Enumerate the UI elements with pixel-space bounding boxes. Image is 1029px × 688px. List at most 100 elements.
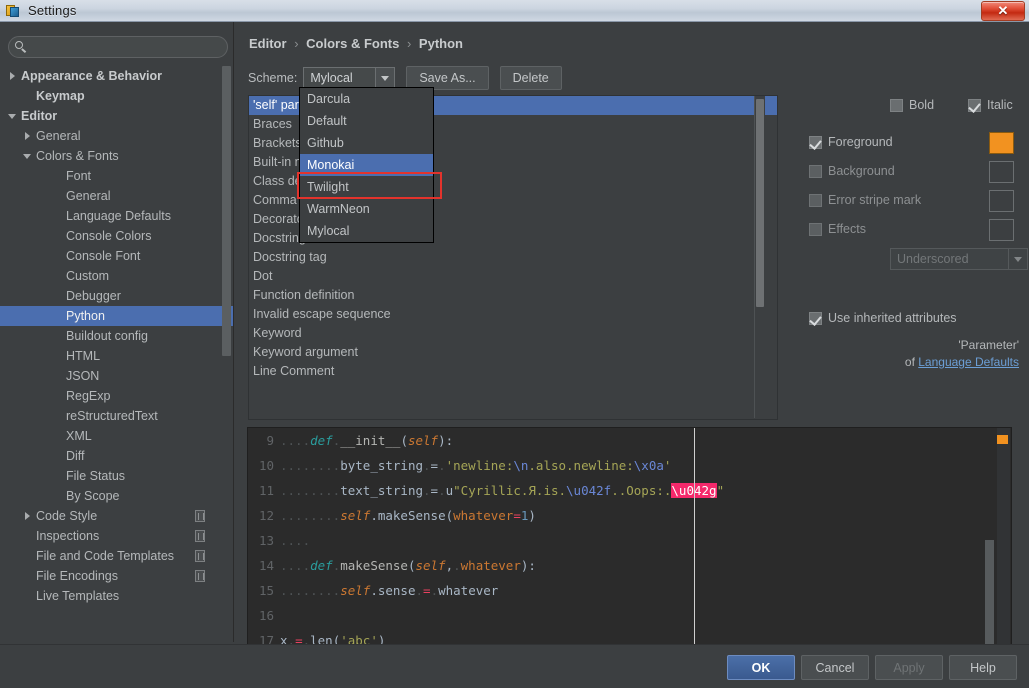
bold-row[interactable]: Bold	[890, 98, 934, 112]
sidebar-item-language-defaults[interactable]: Language Defaults	[0, 206, 233, 226]
sidebar-item-general[interactable]: General	[0, 186, 233, 206]
foreground-checkbox[interactable]	[809, 135, 822, 149]
sidebar-item-json[interactable]: JSON	[0, 366, 233, 386]
sidebar-item-label: reStructuredText	[66, 409, 158, 423]
use-inherited-row[interactable]: Use inherited attributes	[809, 311, 957, 325]
sidebar-item-file-encodings[interactable]: File Encodings	[0, 566, 233, 586]
sidebar-item-restructuredtext[interactable]: reStructuredText	[0, 406, 233, 426]
background-color-swatch[interactable]	[989, 161, 1014, 183]
attribute-list-item[interactable]: Line Comment	[249, 362, 777, 381]
breadcrumb-colors-fonts[interactable]: Colors & Fonts	[306, 36, 399, 51]
chevron-right-icon[interactable]	[8, 71, 19, 82]
use-inherited-attributes-checkbox[interactable]	[809, 311, 822, 325]
code-preview-panel[interactable]: 9 ....def.__init__(self): 10 ........byte_s…	[247, 427, 1012, 655]
sidebar-item-inspections[interactable]: Inspections	[0, 526, 233, 546]
attribute-list-scrollbar-thumb[interactable]	[756, 99, 764, 307]
sidebar-scrollbar-thumb[interactable]	[222, 66, 231, 356]
background-checkbox[interactable]	[809, 164, 822, 178]
code-token: :	[445, 433, 454, 448]
background-row[interactable]: Background	[809, 164, 895, 178]
code-token: .	[370, 583, 378, 598]
chevron-down-icon[interactable]	[8, 111, 19, 122]
sidebar-item-buildout-config[interactable]: Buildout config	[0, 326, 233, 346]
sidebar-item-file-status[interactable]: File Status	[0, 466, 233, 486]
scheme-option[interactable]: Github	[300, 132, 433, 154]
close-icon[interactable]: ✕	[981, 1, 1025, 21]
sidebar-item-python[interactable]: Python	[0, 306, 233, 326]
sidebar-item-code-style[interactable]: Code Style	[0, 506, 233, 526]
sidebar-item-xml[interactable]: XML	[0, 426, 233, 446]
italic-checkbox[interactable]	[968, 98, 981, 112]
error-stripe-marker[interactable]	[997, 435, 1008, 444]
sidebar-item-diff[interactable]: Diff	[0, 446, 233, 466]
copy-icon[interactable]	[195, 530, 205, 542]
search-box[interactable]	[8, 36, 228, 58]
foreground-color-swatch[interactable]	[989, 132, 1014, 154]
sidebar-item-font[interactable]: Font	[0, 166, 233, 186]
copy-icon[interactable]	[195, 550, 205, 562]
sidebar-item-by-scope[interactable]: By Scope	[0, 486, 233, 506]
italic-row[interactable]: Italic	[968, 98, 1013, 112]
chevron-down-icon[interactable]	[23, 151, 34, 162]
attribute-list-item[interactable]: Keyword argument	[249, 343, 777, 362]
sidebar-item-general[interactable]: General	[0, 126, 233, 146]
ok-button[interactable]: OK	[727, 655, 795, 680]
language-defaults-link[interactable]: Language Defaults	[918, 355, 1019, 369]
sidebar-item-regexp[interactable]: RegExp	[0, 386, 233, 406]
scheme-option[interactable]: Mylocal	[300, 220, 433, 242]
error-stripe-color-swatch[interactable]	[989, 190, 1014, 212]
attribute-list-item[interactable]: Keyword	[249, 324, 777, 343]
error-stripe-track[interactable]	[985, 428, 1010, 654]
help-button[interactable]: Help	[949, 655, 1017, 680]
search-input[interactable]	[32, 40, 227, 54]
error-stripe-mark-checkbox[interactable]	[809, 193, 822, 207]
attribute-list-item[interactable]: Invalid escape sequence	[249, 305, 777, 324]
sidebar-item-file-and-code-templates[interactable]: File and Code Templates	[0, 546, 233, 566]
sidebar-item-keymap[interactable]: Keymap	[0, 86, 233, 106]
chevron-down-icon[interactable]	[1008, 249, 1027, 269]
scheme-option[interactable]: Monokai	[300, 154, 433, 176]
dialog-button-bar: OK Cancel Apply Help	[0, 644, 1029, 688]
chevron-right-icon[interactable]	[23, 511, 34, 522]
sidebar-item-console-colors[interactable]: Console Colors	[0, 226, 233, 246]
attribute-list-item[interactable]: Function definition	[249, 286, 777, 305]
effects-color-swatch[interactable]	[989, 219, 1014, 241]
sidebar-item-live-templates[interactable]: Live Templates	[0, 586, 233, 606]
effect-type-select[interactable]: Underscored	[890, 248, 1028, 270]
copy-icon[interactable]	[195, 510, 205, 522]
apply-button[interactable]: Apply	[875, 655, 943, 680]
sidebar-item-custom[interactable]: Custom	[0, 266, 233, 286]
settings-tree[interactable]: Appearance & Behavior Keymap Editor General…	[0, 66, 233, 642]
effects-checkbox[interactable]	[809, 222, 822, 236]
code-preview-scrollbar-thumb[interactable]	[985, 540, 994, 648]
sidebar-item-debugger[interactable]: Debugger	[0, 286, 233, 306]
sidebar-item-console-font[interactable]: Console Font	[0, 246, 233, 266]
code-preview-text[interactable]: 9 ....def.__init__(self): 10 ........byte_s…	[248, 428, 1011, 654]
sidebar-item-html[interactable]: HTML	[0, 346, 233, 366]
error-stripe-row[interactable]: Error stripe mark	[809, 193, 921, 207]
sidebar-item-appearance-behavior[interactable]: Appearance & Behavior	[0, 66, 233, 86]
foreground-row[interactable]: Foreground	[809, 135, 893, 149]
scheme-option[interactable]: WarmNeon	[300, 198, 433, 220]
effects-row[interactable]: Effects	[809, 222, 866, 236]
settings-app-icon	[5, 3, 21, 19]
bold-checkbox[interactable]	[890, 98, 903, 112]
scheme-option[interactable]: Default	[300, 110, 433, 132]
attribute-list-item[interactable]: Dot	[249, 267, 777, 286]
copy-icon[interactable]	[195, 570, 205, 582]
code-token: =	[430, 458, 439, 473]
attribute-list-item[interactable]: Docstring tag	[249, 248, 777, 267]
sidebar-item-colors-fonts[interactable]: Colors & Fonts	[0, 146, 233, 166]
cancel-button[interactable]: Cancel	[801, 655, 869, 680]
scheme-option[interactable]: Twilight	[300, 176, 433, 198]
sidebar-item-editor[interactable]: Editor	[0, 106, 233, 126]
breadcrumb-editor[interactable]: Editor	[249, 36, 287, 51]
chevron-right-icon[interactable]	[23, 131, 34, 142]
chevron-down-icon[interactable]	[375, 67, 395, 89]
scheme-dropdown-menu[interactable]: Darcula Default Github Monokai Twilight WarmN…	[299, 87, 434, 243]
delete-button[interactable]: Delete	[499, 66, 562, 90]
scheme-option[interactable]: Darcula	[300, 88, 433, 110]
line-number: 16	[258, 608, 274, 623]
